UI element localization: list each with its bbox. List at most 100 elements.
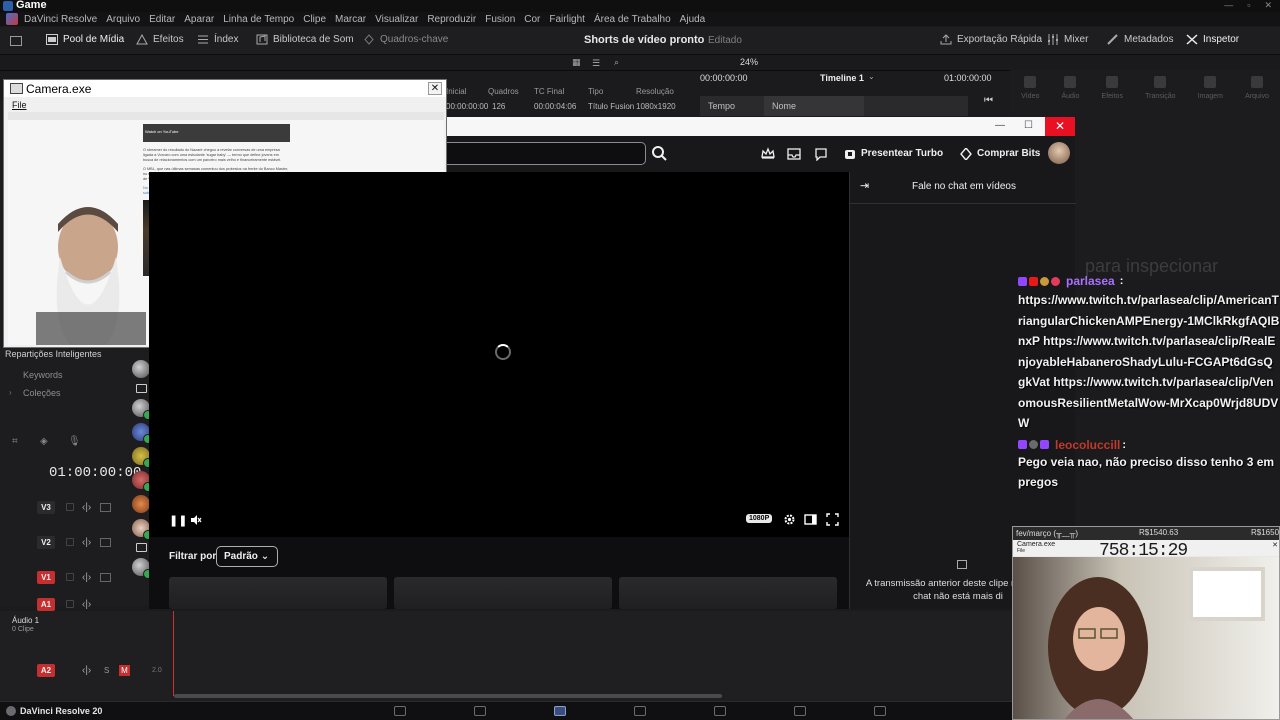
list-view-icon[interactable]: ☰ xyxy=(592,58,600,69)
link-icon[interactable]: ‹|› xyxy=(82,502,91,513)
quality-badge[interactable]: 1080P xyxy=(746,514,773,523)
keyframes-button[interactable]: Quadros-chave xyxy=(363,34,448,45)
col-tipo[interactable]: Tipo xyxy=(588,87,636,103)
theater-mode-icon[interactable] xyxy=(804,513,817,526)
embedded-video[interactable]: Watch on YouTube xyxy=(143,124,290,142)
track-a2[interactable]: A2 ‹|› S M 2.0 xyxy=(0,657,162,683)
smart-bin-keywords[interactable]: Keywords xyxy=(23,370,63,380)
menu-aparar[interactable]: Aparar xyxy=(184,14,214,25)
timeline-dropdown-icon[interactable]: ⌄ xyxy=(868,72,875,81)
menu-file[interactable]: File xyxy=(12,100,27,110)
lock-icon[interactable] xyxy=(66,538,74,546)
camera-window-titlebar[interactable]: Camera.exe ✕ xyxy=(4,80,446,97)
avatar[interactable] xyxy=(132,447,153,468)
lock-icon[interactable] xyxy=(66,600,74,608)
menu-cor[interactable]: Cor xyxy=(524,14,540,25)
link-icon[interactable]: ‹|› xyxy=(82,572,91,583)
mute-button[interactable]: M xyxy=(119,664,130,676)
page-deliver-icon[interactable] xyxy=(874,706,886,716)
tab-effects[interactable]: Efeitos xyxy=(1102,70,1123,110)
avatar[interactable] xyxy=(132,360,150,378)
solo-button[interactable]: S xyxy=(104,666,109,675)
page-media-icon[interactable] xyxy=(394,706,406,716)
whisper-icon[interactable] xyxy=(814,147,828,161)
clip-card[interactable] xyxy=(619,577,837,609)
fullscreen-icon[interactable] xyxy=(826,513,839,526)
monitor-icon[interactable] xyxy=(100,572,111,582)
menu-marcar[interactable]: Marcar xyxy=(335,14,366,25)
metadata-button[interactable]: Metadados xyxy=(1107,34,1173,45)
mixer-button[interactable]: Mixer xyxy=(1047,34,1088,45)
search-input[interactable] xyxy=(447,142,646,165)
tab-nome[interactable]: Nome xyxy=(764,96,864,116)
menu-ajuda[interactable]: Ajuda xyxy=(680,14,706,25)
media-pool-button[interactable]: Pool de Mídia xyxy=(46,34,124,45)
screen-icon[interactable] xyxy=(135,384,147,393)
close-button[interactable]: ✕ xyxy=(1045,117,1075,136)
page-fusion-icon[interactable] xyxy=(634,706,646,716)
smart-bin-collections[interactable]: Coleções xyxy=(23,388,61,398)
timeline-name[interactable]: Timeline 1 xyxy=(820,73,864,83)
link-icon[interactable]: ‹|› xyxy=(82,537,91,548)
tab-transition[interactable]: Transição xyxy=(1145,70,1176,110)
close-button[interactable]: ✕ xyxy=(428,82,442,95)
monitor-icon[interactable] xyxy=(100,502,111,512)
crown-icon[interactable] xyxy=(761,147,775,161)
collapse-chat-icon[interactable]: ⇥ xyxy=(860,179,869,192)
play-back-icon[interactable]: ⏮ xyxy=(984,95,993,106)
edit-tool-icon[interactable]: ⌗ xyxy=(12,436,18,447)
browser-titlebar[interactable]: — ☐ ✕ xyxy=(447,117,1075,136)
lock-icon[interactable] xyxy=(66,573,74,581)
sparkle-icon[interactable]: ◈ xyxy=(40,436,48,447)
menu-area-de-trabalho[interactable]: Área de Trabalho xyxy=(594,14,671,25)
screen-icon[interactable] xyxy=(135,543,147,552)
sound-library-button[interactable]: Biblioteca de Som xyxy=(256,34,354,45)
page-color-icon[interactable] xyxy=(714,706,726,716)
table-row[interactable]: 00:00:00:00 126 00:00:04:06 Título Fusio… xyxy=(446,102,696,114)
avatar[interactable] xyxy=(132,558,153,579)
page-fairlight-icon[interactable] xyxy=(794,706,806,716)
playhead[interactable] xyxy=(173,611,174,696)
menu-linha-de-tempo[interactable]: Linha de Tempo xyxy=(223,14,294,25)
avatar[interactable] xyxy=(132,399,153,420)
col-tc-final[interactable]: TC Final xyxy=(534,87,588,103)
menu-clipe[interactable]: Clipe xyxy=(303,14,326,25)
buy-bits-button[interactable]: Comprar Bits xyxy=(960,144,1040,163)
restore-icon[interactable]: ▫ xyxy=(1247,0,1250,11)
horizontal-scrollbar[interactable] xyxy=(174,694,722,698)
zoom-level[interactable]: 24% xyxy=(740,57,758,67)
avatar[interactable] xyxy=(132,471,153,492)
tab-tempo[interactable]: Tempo xyxy=(700,96,764,116)
search-icon[interactable] xyxy=(648,142,670,165)
clip-card[interactable] xyxy=(394,577,612,609)
minimize-icon[interactable]: — xyxy=(995,120,1005,131)
minimize-icon[interactable]: — xyxy=(1224,0,1233,11)
mic-icon[interactable]: 🎙 xyxy=(68,436,81,447)
col-resolucao[interactable]: Resolução xyxy=(636,87,686,103)
monitor-icon[interactable] xyxy=(100,537,111,547)
lock-icon[interactable] xyxy=(66,503,74,511)
menu-davinci[interactable]: DaVinci Resolve xyxy=(24,14,97,25)
menu-editar[interactable]: Editar xyxy=(149,14,175,25)
col-quadros[interactable]: Quadros xyxy=(488,87,534,103)
mute-icon[interactable] xyxy=(190,514,202,526)
pause-icon[interactable]: ❚❚ xyxy=(169,514,187,527)
menu-visualizar[interactable]: Visualizar xyxy=(375,14,418,25)
col-inicial[interactable]: Inicial xyxy=(446,87,488,103)
page-edit-icon[interactable] xyxy=(554,706,566,716)
gift-turbo-button[interactable]: Presentear Turbo xyxy=(844,144,943,163)
menu-fusion[interactable]: Fusion xyxy=(485,14,515,25)
chevron-right-icon[interactable]: › xyxy=(9,388,12,397)
layout-icon[interactable] xyxy=(10,36,22,46)
grid-view-icon[interactable]: ▦ xyxy=(572,57,581,68)
tab-audio[interactable]: Áudio xyxy=(1062,70,1079,110)
tab-file[interactable]: Arquivo xyxy=(1245,70,1269,110)
close-icon[interactable]: ✕ xyxy=(1264,0,1272,11)
quick-export-button[interactable]: Exportação Rápida xyxy=(940,34,1042,45)
menu-fairlight[interactable]: Fairlight xyxy=(549,14,585,25)
menu-reproduzir[interactable]: Reproduzir xyxy=(427,14,476,25)
gear-icon[interactable] xyxy=(783,513,796,526)
video-player[interactable]: ❚❚ 1080P xyxy=(149,172,849,537)
effects-button[interactable]: Efeitos xyxy=(136,34,184,45)
avatar[interactable] xyxy=(132,423,153,444)
